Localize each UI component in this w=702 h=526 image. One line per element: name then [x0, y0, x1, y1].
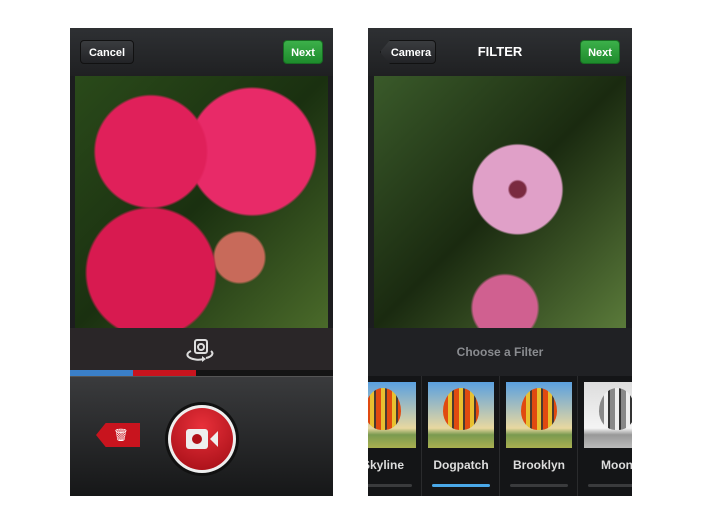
filter-indicator: [588, 484, 632, 487]
choose-filter-label: Choose a Filter: [368, 328, 632, 376]
flip-zone: [70, 328, 333, 370]
video-camera-icon: [186, 429, 218, 449]
camera-header: Cancel Next: [70, 28, 333, 76]
filter-strip[interactable]: Skyline Dogpatch Brooklyn Moon: [368, 376, 632, 496]
photo-preview: [374, 76, 626, 328]
record-button[interactable]: [168, 405, 236, 473]
next-button[interactable]: Next: [580, 40, 620, 64]
filter-thumbnail: [584, 382, 632, 448]
filter-moon[interactable]: Moon: [578, 376, 632, 496]
camera-flip-icon[interactable]: [186, 338, 216, 362]
camera-screen: Cancel Next 🗑: [70, 28, 333, 496]
filter-indicator-selected: [432, 484, 490, 487]
trash-icon: 🗑: [113, 428, 129, 442]
filter-indicator: [368, 484, 412, 487]
filter-thumbnail: [368, 382, 416, 448]
camera-preview: [75, 76, 328, 328]
filter-thumbnail: [506, 382, 572, 448]
camera-controls: 🗑: [70, 376, 333, 496]
next-button[interactable]: Next: [283, 40, 323, 64]
cancel-button[interactable]: Cancel: [80, 40, 134, 64]
filter-skyline[interactable]: Skyline: [368, 376, 422, 496]
filter-screen: Camera FILTER Next Choose a Filter Skyli…: [368, 28, 632, 496]
filter-brooklyn[interactable]: Brooklyn: [500, 376, 578, 496]
filter-thumbnail: [428, 382, 494, 448]
filter-indicator: [510, 484, 568, 487]
delete-segment-button[interactable]: 🗑: [96, 423, 140, 447]
filter-dogpatch[interactable]: Dogpatch: [422, 376, 500, 496]
filter-header: Camera FILTER Next: [368, 28, 632, 76]
